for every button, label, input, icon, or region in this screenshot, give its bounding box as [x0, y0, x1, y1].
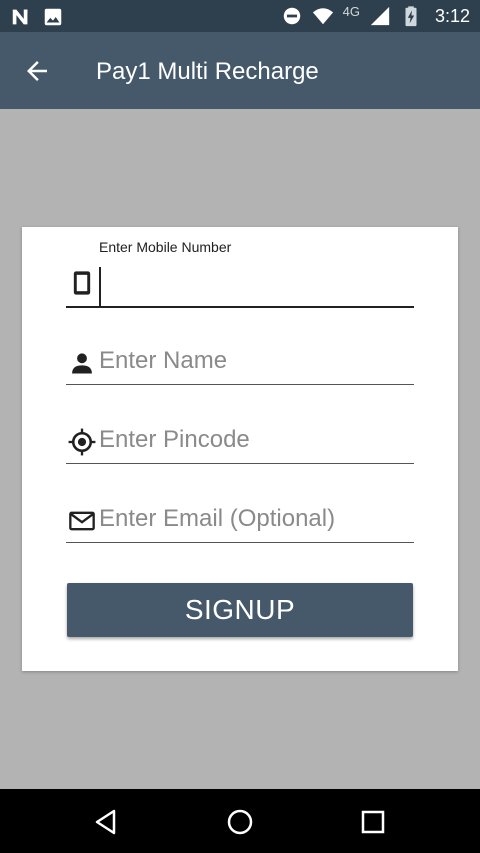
cell-signal-icon: [370, 6, 390, 26]
mobile-field-underline: [66, 306, 414, 308]
back-triangle-icon[interactable]: [90, 806, 122, 838]
navigation-bar: [0, 789, 480, 853]
page-title: Pay1 Multi Recharge: [96, 58, 319, 85]
phone-icon: [73, 271, 91, 295]
wifi-icon: [312, 8, 333, 25]
n-notification-icon: [12, 9, 28, 25]
name-field-underline: [66, 384, 414, 385]
name-field[interactable]: [66, 337, 414, 387]
image-notification-icon: [44, 8, 62, 26]
mobile-input[interactable]: [99, 267, 101, 307]
signup-button[interactable]: SIGNUP: [67, 583, 413, 637]
signup-card: Enter Mobile Number Enter Name Enter Pin…: [22, 227, 458, 671]
email-field-underline: [66, 542, 414, 543]
status-bar: 4G 3:12: [0, 0, 480, 32]
home-circle-icon[interactable]: [224, 806, 256, 838]
email-field[interactable]: [66, 495, 414, 545]
pincode-input[interactable]: [99, 424, 409, 456]
do-not-disturb-icon: [283, 7, 300, 25]
clock: 3:12: [434, 5, 470, 26]
email-icon: [69, 511, 95, 531]
email-input[interactable]: [99, 503, 409, 535]
mobile-field-label: Enter Mobile Number: [99, 239, 232, 255]
network-type: 4G: [342, 3, 360, 19]
location-icon: [68, 428, 96, 456]
back-arrow-icon[interactable]: [22, 56, 52, 86]
recent-apps-square-icon[interactable]: [357, 806, 389, 838]
name-input[interactable]: [99, 345, 409, 377]
battery-charging-icon: [405, 6, 417, 27]
pincode-field-underline: [66, 463, 414, 464]
app-bar: Pay1 Multi Recharge: [0, 32, 480, 109]
pincode-field[interactable]: [66, 416, 414, 466]
person-icon: [72, 353, 92, 374]
mobile-field[interactable]: Enter Mobile Number: [66, 239, 414, 311]
